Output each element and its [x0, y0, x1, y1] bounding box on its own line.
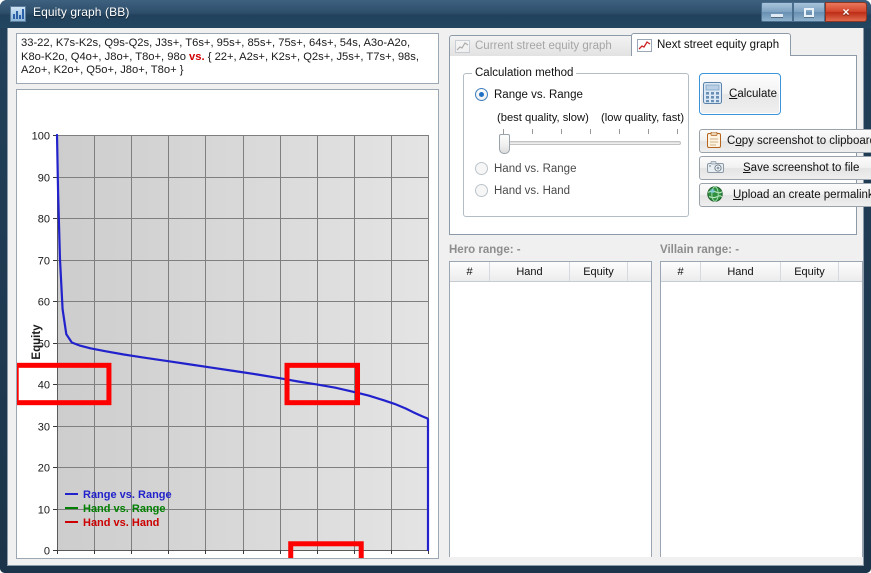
- vs-label: vs.: [189, 50, 205, 63]
- radio-indicator: [475, 184, 488, 197]
- table-body: [661, 282, 862, 557]
- left-panel: 33-22, K7s-K2s, Q9s-Q2s, J3s+, T6s+, 95s…: [13, 33, 440, 561]
- upload-permalink-button[interactable]: Upload an create permalink: [699, 183, 871, 207]
- villain-results-table[interactable]: # Hand Equity: [660, 261, 863, 557]
- close-icon: ×: [842, 5, 850, 19]
- minimize-button[interactable]: [761, 2, 793, 22]
- quality-slider[interactable]: [497, 129, 683, 155]
- table-header-row: # Hand Equity: [450, 262, 651, 282]
- copy-screenshot-button[interactable]: Copy screenshot to clipboard: [699, 129, 871, 153]
- save-screenshot-button[interactable]: Save screenshot to file: [699, 156, 871, 180]
- column-header-number[interactable]: #: [450, 262, 490, 281]
- radio-label: Hand vs. Hand: [494, 184, 571, 197]
- title-bar[interactable]: Equity graph (BB) ×: [0, 0, 871, 28]
- legend-entry: Hand vs. Hand: [83, 517, 159, 529]
- column-header-equity[interactable]: Equity: [781, 262, 839, 281]
- quality-low-label: (low quality, fast): [601, 112, 685, 124]
- y-tick-label: 0: [44, 546, 50, 558]
- tab-label: Next street equity graph: [657, 39, 780, 51]
- y-tick-label: 90: [38, 173, 50, 185]
- equity-graph-svg: 0102030405060708090100 01020304050607080…: [17, 90, 438, 558]
- tab-current-street-equity-graph[interactable]: Current street equity graph: [449, 35, 634, 56]
- radio-label: Hand vs. Range: [494, 162, 577, 175]
- minimize-icon: [762, 3, 792, 21]
- camera-icon: [707, 160, 725, 177]
- chart-icon: [10, 6, 26, 22]
- villain-range-heading: Villain range: -: [660, 244, 740, 256]
- y-tick-label: 30: [38, 422, 50, 434]
- legend-entry: Range vs. Range: [83, 489, 172, 501]
- equity-chart[interactable]: 0102030405060708090100 01020304050607080…: [16, 89, 439, 559]
- right-panel: Current street equity graph Next street …: [445, 33, 871, 561]
- table-body: [450, 282, 651, 557]
- tab-page: Calculation method Range vs. Range (best…: [449, 55, 871, 235]
- slider-track[interactable]: [503, 141, 681, 145]
- y-tick-label: 10: [38, 505, 50, 517]
- calculator-icon: [703, 81, 723, 107]
- column-header-filler: [628, 262, 651, 281]
- column-header-number[interactable]: #: [661, 262, 701, 281]
- globe-icon: [707, 185, 723, 205]
- radio-range-vs-range[interactable]: Range vs. Range: [475, 88, 583, 101]
- quality-scale-labels: (best quality, slow) (low quality, fast): [497, 112, 685, 124]
- column-header-hand[interactable]: Hand: [701, 262, 781, 281]
- slider-thumb[interactable]: [499, 134, 510, 154]
- hero-range-heading: Hero range: -: [449, 244, 521, 256]
- clipboard-icon: [707, 131, 721, 151]
- chart-icon: [637, 38, 652, 52]
- close-button[interactable]: ×: [825, 2, 867, 22]
- y-tick-label: 70: [38, 256, 50, 268]
- y-tick-label: 80: [38, 214, 50, 226]
- copy-post: py screenshot to clipboard: [741, 135, 871, 147]
- legend-entry: Hand vs. Range: [83, 503, 166, 515]
- calculate-button[interactable]: Calculate: [699, 73, 781, 115]
- maximize-icon: [794, 3, 824, 21]
- y-tick-label: 60: [38, 297, 50, 309]
- save-screenshot-label: Save screenshot to file: [743, 162, 860, 174]
- radio-hand-vs-hand[interactable]: Hand vs. Hand: [475, 184, 570, 197]
- radio-indicator: [475, 162, 488, 175]
- y-tick-label: 20: [38, 463, 50, 475]
- tab-next-street-equity-graph[interactable]: Next street equity graph: [631, 33, 791, 56]
- radio-indicator: [475, 88, 488, 101]
- svg-text:Equity: Equity: [31, 324, 43, 360]
- upload-permalink-label: Upload an create permalink: [733, 189, 871, 201]
- column-header-hand[interactable]: Hand: [490, 262, 570, 281]
- chart-icon: [455, 39, 470, 53]
- radio-label: Range vs. Range: [494, 88, 583, 101]
- group-title: Calculation method: [472, 67, 577, 79]
- y-tick-label: 40: [38, 380, 50, 392]
- tab-label: Current street equity graph: [475, 40, 612, 52]
- window-title: Equity graph (BB): [33, 5, 130, 19]
- maximize-button[interactable]: [793, 2, 825, 22]
- calculation-method-group: Calculation method Range vs. Range (best…: [463, 67, 689, 217]
- range-display[interactable]: 33-22, K7s-K2s, Q9s-Q2s, J3s+, T6s+, 95s…: [16, 33, 439, 84]
- copy-screenshot-label: Copy screenshot to clipboard: [727, 135, 871, 147]
- calculate-label: Calculate: [729, 88, 777, 100]
- quality-best-label: (best quality, slow): [497, 112, 589, 124]
- client-area: 33-22, K7s-K2s, Q9s-Q2s, J3s+, T6s+, 95s…: [7, 28, 871, 566]
- save-post: ave screenshot to file: [750, 162, 860, 174]
- application-window: Equity graph (BB) × 33-22, K7s-K2s, Q9s-…: [0, 0, 871, 573]
- calculate-label-rest: alculate: [737, 88, 777, 100]
- column-header-equity[interactable]: Equity: [570, 262, 628, 281]
- radio-hand-vs-range[interactable]: Hand vs. Range: [475, 162, 576, 175]
- column-header-filler: [839, 262, 862, 281]
- slider-tick-marks: [503, 129, 679, 134]
- y-tick-label: 100: [32, 131, 50, 143]
- upload-post: pload an create permalink: [741, 189, 871, 201]
- tab-bar: Current street equity graph Next street …: [445, 33, 860, 56]
- table-header-row: # Hand Equity: [661, 262, 862, 282]
- hero-results-table[interactable]: # Hand Equity: [449, 261, 652, 557]
